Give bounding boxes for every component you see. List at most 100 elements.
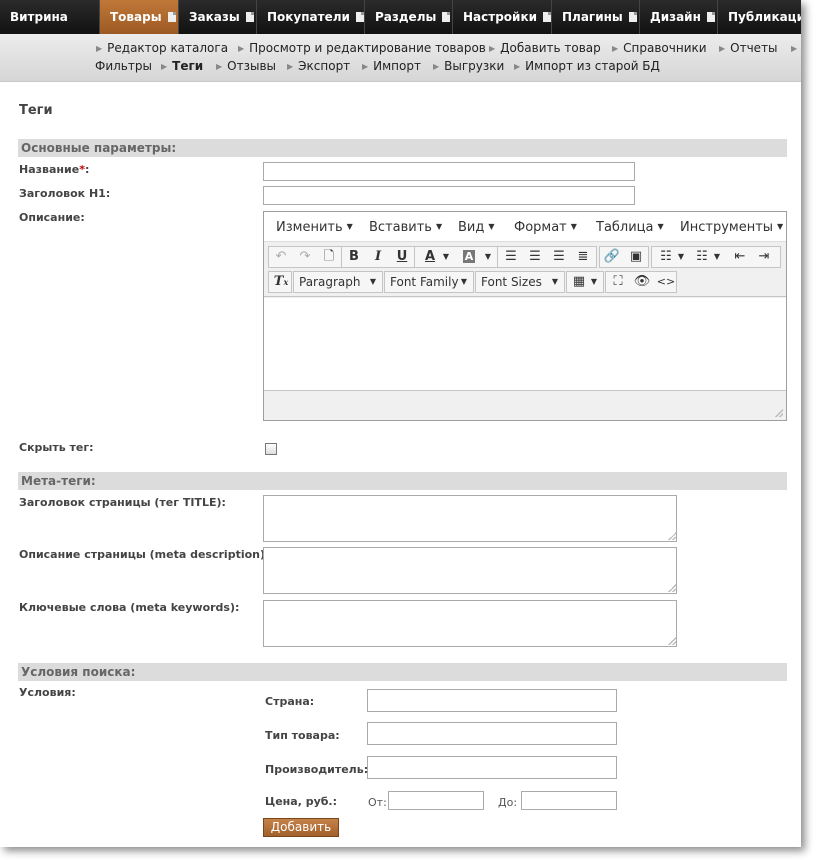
document-icon [442, 12, 451, 22]
italic-icon[interactable]: I [366, 247, 390, 267]
tab-publikaciya[interactable]: Публикация [718, 0, 801, 34]
price-to-input[interactable] [521, 791, 617, 810]
image-icon[interactable]: ▣ [624, 247, 648, 267]
product-type-input[interactable] [367, 722, 617, 745]
tab-zakazy[interactable]: Заказы [179, 0, 257, 34]
subnav-import-old-db[interactable]: ▶ Импорт из старой БД [514, 59, 660, 73]
tab-vitrina[interactable]: Витрина [0, 0, 100, 34]
tab-label: Товары [110, 10, 162, 24]
toolbar-group-style: B I U [341, 246, 415, 268]
align-justify-icon[interactable]: ≣ [571, 247, 595, 267]
align-left-icon[interactable]: ☰ [499, 247, 523, 267]
subnav-reviews[interactable]: ▶ Отзывы [216, 59, 276, 73]
section-basic-params: Основные параметры: [18, 139, 787, 157]
tab-razdely[interactable]: Разделы [365, 0, 453, 34]
subnav-tags[interactable]: ▶ Теги [161, 59, 203, 73]
preview-eye-icon[interactable]: 👁 [630, 272, 654, 292]
link-icon[interactable]: 🔗 [600, 247, 624, 267]
price-to-label: До: [498, 796, 518, 809]
subnav-more[interactable]: ▶ [791, 41, 801, 55]
menu-edit[interactable]: Изменить ▼ [276, 220, 353, 235]
paragraph-select[interactable]: Paragraph ▼ [293, 271, 383, 293]
hide-tag-checkbox[interactable] [265, 443, 277, 455]
align-right-icon[interactable]: ☰ [547, 247, 571, 267]
caret-down-icon[interactable]: ▼ [439, 247, 453, 267]
meta-description-label: Описание страницы (meta description): [19, 548, 270, 561]
subnav-filters[interactable]: Фильтры [95, 59, 152, 73]
country-input[interactable] [367, 689, 617, 712]
subnav-view-edit-products[interactable]: ▶ Просмотр и редактирование товаров [238, 41, 486, 55]
country-label: Страна: [265, 695, 315, 708]
subnav-label: Фильтры [95, 59, 152, 73]
h1-input[interactable] [263, 186, 635, 205]
menu-table[interactable]: Таблица ▼ [596, 220, 664, 235]
conditions-label: Условия: [19, 686, 76, 699]
indent-icon[interactable]: ⇥ [752, 247, 776, 267]
arrow-right-icon: ▶ [161, 62, 168, 71]
toolbar-group-table: ▦ ▼ [566, 271, 604, 293]
underline-icon[interactable]: U [390, 247, 414, 267]
toolbar-group-history: ↶ ↷ 🗋 [268, 246, 342, 268]
caret-down-icon: ▼ [551, 277, 558, 286]
caret-down-icon[interactable]: ▼ [710, 247, 724, 267]
arrow-right-icon: ▶ [489, 44, 496, 53]
font-sizes-select[interactable]: Font Sizes ▼ [475, 271, 565, 293]
tab-pokupateli[interactable]: Покупатели [257, 0, 365, 34]
toolbar-group-align: ☰ ☰ ☰ ≣ [497, 246, 597, 268]
price-from-input[interactable] [388, 791, 484, 810]
caret-down-icon[interactable]: ▼ [674, 247, 688, 267]
editor-content-area[interactable] [264, 298, 786, 390]
manufacturer-input[interactable] [367, 756, 617, 779]
tab-plaginy[interactable]: Плагины [552, 0, 640, 34]
tab-dizayn[interactable]: Дизайн [640, 0, 718, 34]
meta-keywords-textarea[interactable] [263, 600, 677, 647]
tab-nastroyki[interactable]: Настройки [453, 0, 552, 34]
subnav-add-product[interactable]: ▶ Добавить товар [489, 41, 601, 55]
name-input[interactable] [263, 162, 635, 181]
subnav-directories[interactable]: ▶ Справочники [612, 41, 707, 55]
subnav-uploads[interactable]: ▶ Выгрузки [433, 59, 504, 73]
clear-formatting-icon[interactable]: Tx [269, 272, 293, 292]
undo-icon[interactable]: ↶ [269, 247, 293, 267]
background-color-icon[interactable]: A [457, 247, 481, 267]
caret-down-icon: ▼ [570, 222, 577, 231]
tab-label: Заказы [189, 10, 240, 24]
resize-handle-icon[interactable] [775, 409, 783, 417]
subnav-label: Просмотр и редактирование товаров [249, 41, 486, 55]
tab-tovary[interactable]: Товары [100, 0, 179, 34]
align-center-icon[interactable]: ☰ [523, 247, 547, 267]
subnav-import[interactable]: ▶ Импорт [362, 59, 421, 73]
menu-format[interactable]: Формат ▼ [514, 220, 577, 235]
meta-title-label: Заголовок страницы (тег TITLE): [19, 496, 226, 509]
caret-down-icon[interactable]: ▼ [587, 272, 601, 292]
new-document-icon[interactable]: 🗋 [317, 247, 341, 267]
add-button[interactable]: Добавить [263, 818, 339, 837]
fullscreen-icon[interactable]: ⛶ [606, 272, 630, 292]
meta-title-textarea[interactable] [263, 495, 677, 542]
subnav-export[interactable]: ▶ Экспорт [287, 59, 350, 73]
outdent-icon[interactable]: ⇤ [728, 247, 752, 267]
subnav-catalog-editor[interactable]: ▶ Редактор каталога [96, 41, 228, 55]
arrow-right-icon: ▶ [719, 44, 726, 53]
source-code-icon[interactable]: <> [654, 272, 678, 292]
bold-icon[interactable]: B [342, 247, 366, 267]
menu-view[interactable]: Вид ▼ [458, 220, 495, 235]
menu-tools[interactable]: Инструменты ▼ [680, 220, 783, 235]
caret-down-icon: ▼ [460, 277, 467, 286]
arrow-right-icon: ▶ [514, 62, 521, 71]
h1-label: Заголовок H1: [19, 187, 111, 200]
price-label: Цена, руб.: [265, 795, 337, 808]
subnav-label: Теги [172, 59, 204, 73]
redo-icon[interactable]: ↷ [293, 247, 317, 267]
meta-description-textarea[interactable] [263, 547, 677, 594]
menu-insert[interactable]: Вставить ▼ [369, 220, 442, 235]
caret-down-icon: ▼ [777, 222, 784, 231]
font-family-select[interactable]: Font Family ▼ [384, 271, 474, 293]
arrow-right-icon: ▶ [96, 44, 103, 53]
caret-down-icon[interactable]: ▼ [481, 247, 495, 267]
menu-label: Изменить [276, 220, 343, 235]
subnav-label: Редактор каталога [107, 41, 229, 55]
subnav-reports[interactable]: ▶ Отчеты [719, 41, 778, 55]
top-navigation: Витрина Товары Заказы Покупатели Разделы… [0, 0, 801, 34]
menu-label: Таблица [596, 220, 654, 235]
